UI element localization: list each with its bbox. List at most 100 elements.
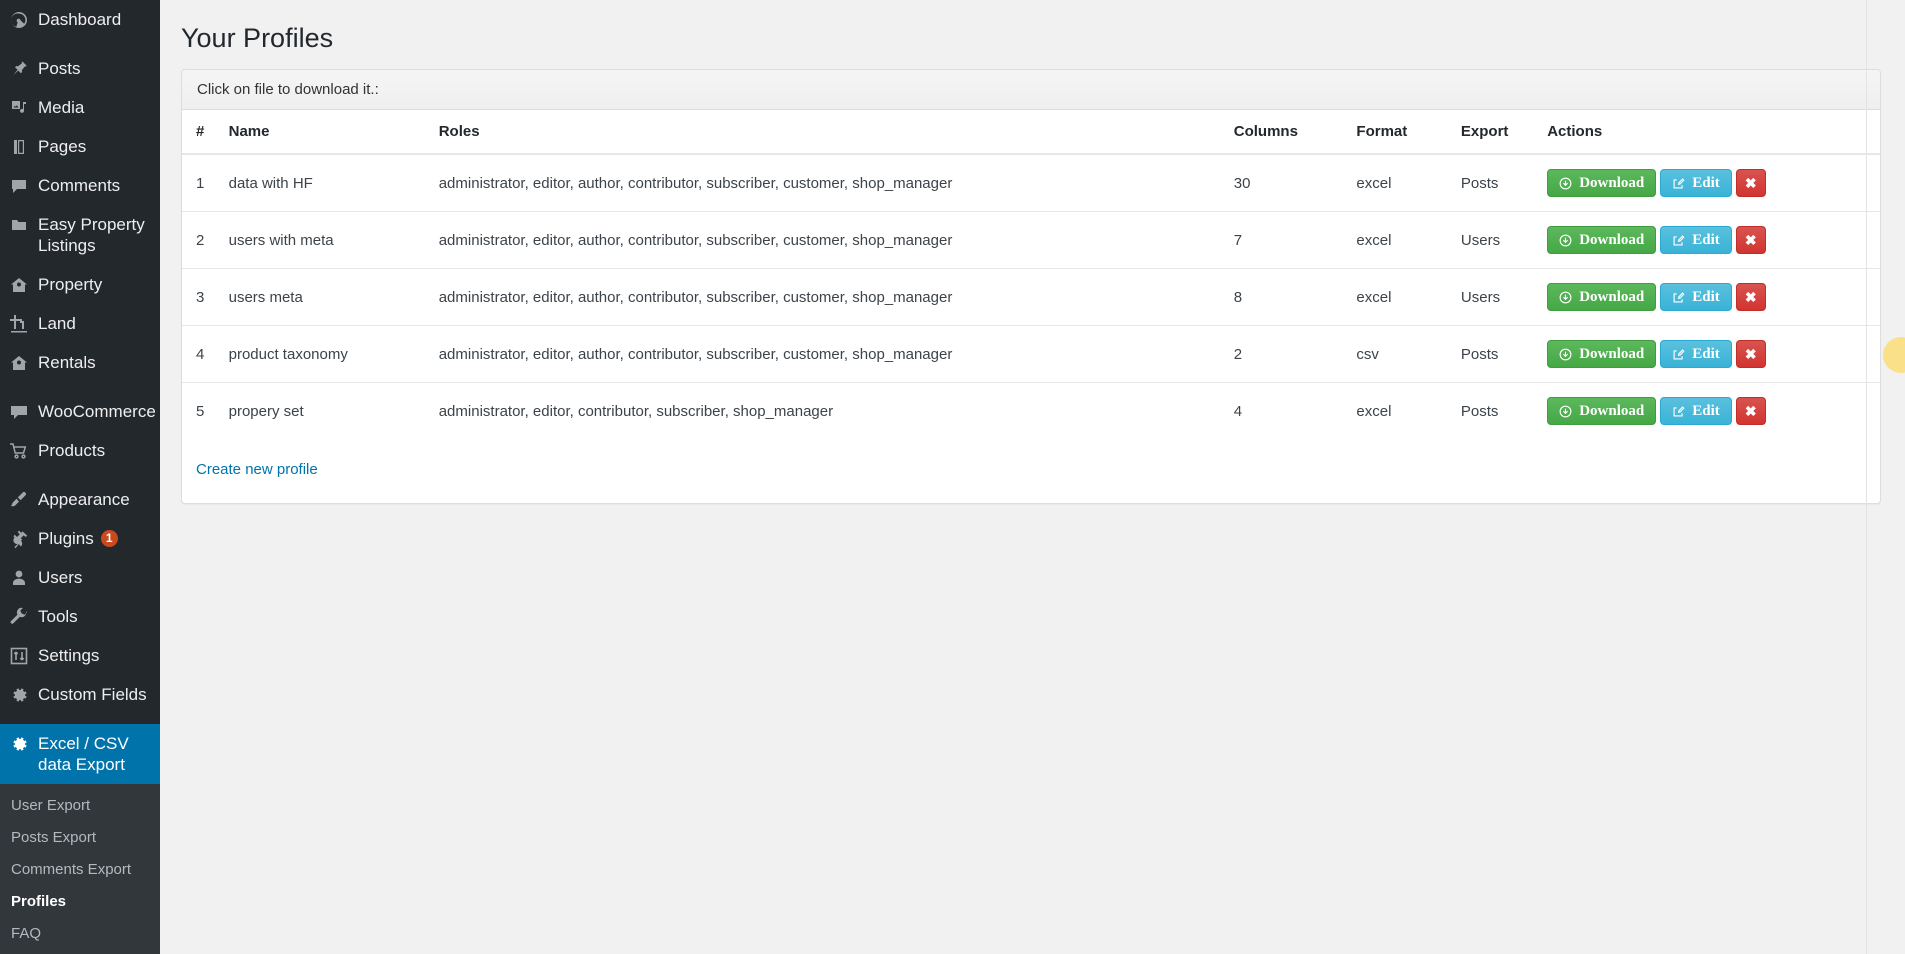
download-button-label: Download xyxy=(1579,288,1645,305)
sidebar-group-dashboard: Dashboard xyxy=(0,0,160,39)
sidebar-item-dashboard[interactable]: Dashboard xyxy=(0,0,160,39)
close-icon: ✖ xyxy=(1744,175,1757,192)
cell-name[interactable]: product taxonomy xyxy=(220,325,431,383)
gear-icon xyxy=(0,733,38,754)
delete-button[interactable]: ✖ xyxy=(1735,169,1766,198)
sidebar-divider xyxy=(0,39,160,49)
cell-format: excel xyxy=(1348,268,1453,326)
cell-columns: 8 xyxy=(1225,268,1349,326)
submenu-item-user-export[interactable]: User Export xyxy=(0,790,160,822)
download-button[interactable]: Download xyxy=(1547,340,1657,369)
sidebar-item-users[interactable]: Users xyxy=(0,558,160,597)
create-profile-row: Create new profile xyxy=(182,439,1880,497)
gear-icon xyxy=(0,684,38,705)
download-button[interactable]: Download xyxy=(1547,226,1657,255)
sidebar-item-excel-csv-data-export[interactable]: Excel / CSV data Export xyxy=(0,724,160,784)
admin-sidebar: Dashboard Posts Media Pages Comments Eas… xyxy=(0,0,160,954)
sidebar-item-label: Comments xyxy=(38,176,121,195)
sidebar-item-tools[interactable]: Tools xyxy=(0,597,160,636)
submenu-item-posts-export[interactable]: Posts Export xyxy=(0,822,160,854)
cell-num: 5 xyxy=(182,382,221,440)
column-header-export: Export xyxy=(1452,110,1540,156)
edit-button-label: Edit xyxy=(1692,402,1720,419)
cell-actions: Download Edit ✖ xyxy=(1539,268,1880,326)
sidebar-item-property[interactable]: Property xyxy=(0,265,160,304)
download-button[interactable]: Download xyxy=(1547,169,1657,198)
download-button-label: Download xyxy=(1579,174,1645,191)
edit-button[interactable]: Edit xyxy=(1660,283,1732,312)
sidebar-item-easy-property-listings[interactable]: Easy Property Listings xyxy=(0,205,160,265)
sidebar-item-products[interactable]: Products xyxy=(0,431,160,470)
edit-button[interactable]: Edit xyxy=(1660,340,1732,369)
profiles-table: # Name Roles Columns Format Export Actio… xyxy=(182,110,1880,440)
edit-button[interactable]: Edit xyxy=(1660,397,1732,426)
cell-export: Users xyxy=(1452,268,1540,326)
sidebar-item-media[interactable]: Media xyxy=(0,88,160,127)
sidebar-item-pages[interactable]: Pages xyxy=(0,127,160,166)
sidebar-item-label: Users xyxy=(38,568,83,587)
delete-button[interactable]: ✖ xyxy=(1735,340,1766,369)
sidebar-divider xyxy=(0,714,160,724)
sidebar-item-settings[interactable]: Settings xyxy=(0,636,160,675)
sidebar-item-land[interactable]: Land xyxy=(0,304,160,343)
submenu-item-support[interactable]: Support xyxy=(0,950,160,954)
sidebar-divider xyxy=(0,470,160,480)
cell-name[interactable]: users meta xyxy=(220,268,431,326)
cell-export: Posts xyxy=(1452,382,1540,440)
cell-name[interactable]: users with meta xyxy=(220,211,431,269)
table-row: 2 users with meta administrator, editor, a… xyxy=(182,211,1880,269)
media-icon xyxy=(0,97,38,118)
edit-pencil-icon xyxy=(1672,291,1685,304)
close-icon: ✖ xyxy=(1744,289,1757,306)
profiles-panel: Click on file to download it.: # Name Ro… xyxy=(181,69,1881,505)
cell-actions: Download Edit ✖ xyxy=(1539,382,1880,440)
cell-format: csv xyxy=(1348,325,1453,383)
sidebar-item-posts[interactable]: Posts xyxy=(0,49,160,88)
table-row: 1 data with HF administrator, editor, auth… xyxy=(182,154,1880,212)
dashboard-icon xyxy=(0,9,38,30)
cell-num: 2 xyxy=(182,211,221,269)
download-button-label: Download xyxy=(1579,231,1645,248)
edit-button[interactable]: Edit xyxy=(1660,169,1732,198)
edit-button-label: Edit xyxy=(1692,345,1720,362)
column-header-num: # xyxy=(182,110,221,156)
cell-roles: administrator, editor, author, contribut… xyxy=(438,174,953,192)
download-icon xyxy=(1559,177,1572,190)
cell-name[interactable]: data with HF xyxy=(221,154,431,212)
sidebar-item-label: Rentals xyxy=(38,353,96,372)
edit-button[interactable]: Edit xyxy=(1660,226,1732,255)
sidebar-item-comments[interactable]: Comments xyxy=(0,166,160,205)
sidebar-item-label: Settings xyxy=(38,646,100,665)
sidebar-item-label: Easy Property Listings xyxy=(38,215,145,255)
delete-button[interactable]: ✖ xyxy=(1735,226,1766,255)
cart-icon xyxy=(0,440,38,461)
sidebar-item-label: Appearance xyxy=(38,490,130,509)
sidebar-item-label: Dashboard xyxy=(38,10,122,29)
submenu-item-comments-export[interactable]: Comments Export xyxy=(0,854,160,886)
download-button[interactable]: Download xyxy=(1547,283,1657,312)
create-new-profile-link[interactable]: Create new profile xyxy=(196,461,318,478)
submenu-item-profiles[interactable]: Profiles xyxy=(0,886,160,918)
sidebar-item-plugins[interactable]: Plugins 1 xyxy=(0,519,160,558)
cell-format: excel xyxy=(1356,174,1392,192)
cell-actions: Download Edit ✖ xyxy=(1539,154,1880,212)
delete-button[interactable]: ✖ xyxy=(1735,283,1766,312)
cell-name[interactable]: propery set xyxy=(220,382,431,440)
sidebar-divider xyxy=(0,382,160,392)
plugin-icon xyxy=(0,528,38,549)
column-header-actions: Actions xyxy=(1539,110,1880,156)
sidebar-item-appearance[interactable]: Appearance xyxy=(0,480,160,519)
submenu-item-faq[interactable]: FAQ xyxy=(0,918,160,950)
table-row: 4 product taxonomy administrator, editor, … xyxy=(182,325,1880,383)
download-button[interactable]: Download xyxy=(1547,397,1657,426)
sidebar-item-woocommerce[interactable]: WooCommerce xyxy=(0,392,160,431)
column-header-columns: Columns xyxy=(1225,110,1349,156)
sidebar-item-rentals[interactable]: Rentals xyxy=(0,343,160,382)
delete-button[interactable]: ✖ xyxy=(1735,397,1766,426)
home-icon xyxy=(0,352,38,373)
page-title: Your Profiles xyxy=(181,23,334,53)
sidebar-item-custom-fields[interactable]: Custom Fields xyxy=(0,675,160,714)
sidebar-item-label: Posts xyxy=(38,59,81,78)
cell-actions: Download Edit ✖ xyxy=(1539,325,1880,383)
sidebar-item-label: Pages xyxy=(38,137,87,156)
